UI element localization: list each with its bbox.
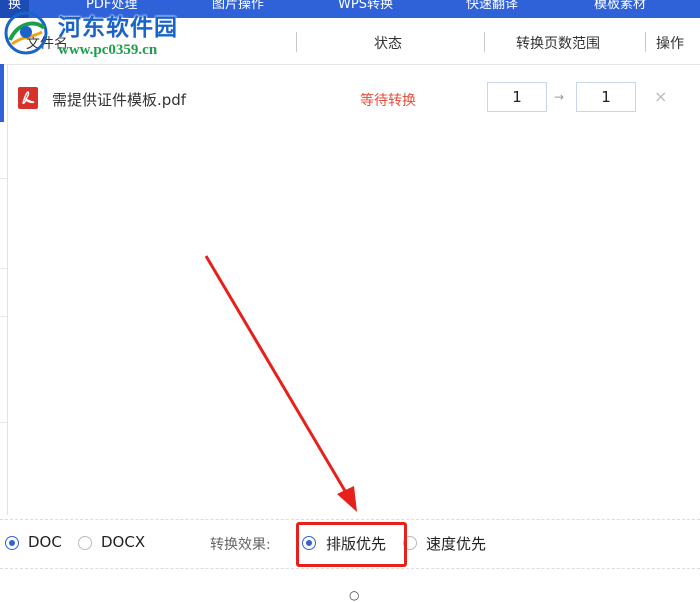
conversion-status: 等待转换 — [360, 93, 416, 109]
range-arrow-icon: → — [554, 90, 565, 104]
format-docx-radio[interactable] — [78, 536, 92, 550]
annotation-highlight-box — [296, 522, 407, 567]
left-panel-divider — [0, 178, 7, 179]
bottom-indicator-icon: ○ — [349, 588, 360, 602]
page-from-input[interactable]: 1 — [487, 82, 547, 112]
left-panel-border — [7, 65, 8, 515]
site-watermark: 河东软件园 www.pc0359.cn — [0, 4, 210, 64]
format-doc-label[interactable]: DOC — [28, 533, 62, 551]
format-docx-label[interactable]: DOCX — [101, 533, 145, 551]
tab-image-ops[interactable]: 图片操作 — [212, 0, 264, 18]
pdf-file-icon — [18, 87, 38, 109]
header-status: 状态 — [374, 36, 402, 52]
table-row[interactable]: 需提供证件模板.pdf 等待转换 1 → 1 × — [8, 68, 700, 130]
left-panel-divider — [0, 422, 7, 423]
left-panel-divider — [0, 268, 7, 269]
page-to-input[interactable]: 1 — [576, 82, 636, 112]
delete-icon[interactable]: × — [654, 87, 667, 106]
watermark-title: 河东软件园 — [58, 14, 178, 41]
header-divider — [645, 32, 646, 52]
tab-wps-convert[interactable]: WPS转换 — [338, 0, 393, 18]
header-page-range: 转换页数范围 — [516, 36, 600, 52]
format-doc-radio[interactable] — [5, 536, 19, 550]
effect-speed-first-label[interactable]: 速度优先 — [426, 533, 486, 554]
watermark-url: www.pc0359.cn — [58, 42, 158, 58]
effect-label: 转换效果: — [210, 537, 271, 553]
header-divider — [484, 32, 485, 52]
header-divider — [296, 32, 297, 52]
watermark-logo-icon — [4, 11, 48, 55]
header-actions: 操作 — [656, 36, 684, 52]
tab-quick-translate[interactable]: 快速翻译 — [466, 0, 518, 18]
file-name: 需提供证件模板.pdf — [52, 91, 187, 109]
left-panel-divider — [0, 316, 7, 317]
tab-templates[interactable]: 模板素材 — [594, 0, 646, 18]
row-selection-indicator — [0, 64, 4, 122]
